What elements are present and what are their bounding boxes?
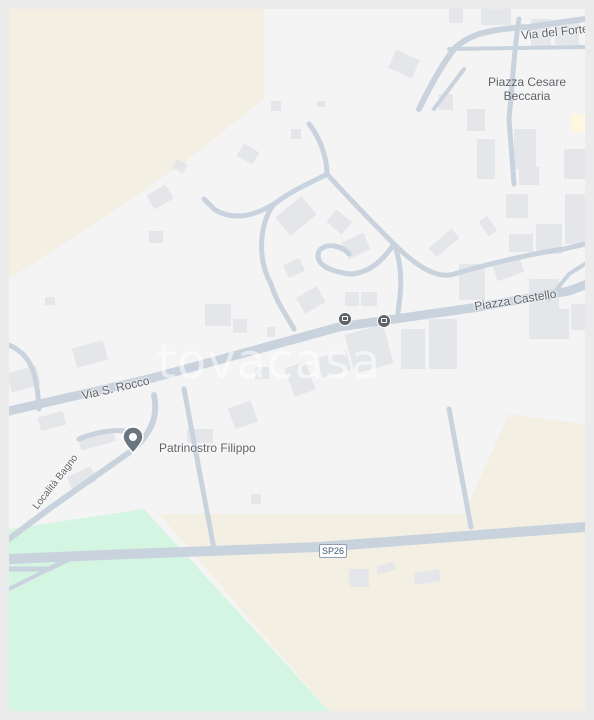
map-canvas[interactable]: tovacasa Via S. Rocco Piazza Castello Vi… (9, 9, 585, 711)
bus-stop-icon[interactable] (338, 312, 352, 326)
place-label-line-1: Piazza Cesare (487, 75, 567, 89)
watermark-text: tovacasa (157, 334, 382, 390)
bus-stop-icon[interactable] (377, 314, 391, 328)
map-frame: tovacasa Via S. Rocco Piazza Castello Vi… (0, 0, 594, 720)
farmland-area (9, 9, 264, 279)
road-shield-sp26: SP26 (319, 544, 347, 558)
place-label-line-2: Beccaria (503, 89, 551, 103)
map-pin-icon[interactable] (122, 426, 144, 454)
place-label-piazza-cesare-beccaria: Piazza Cesare Beccaria (472, 75, 582, 103)
poi-label[interactable]: Patrinostro Filippo (159, 441, 256, 455)
